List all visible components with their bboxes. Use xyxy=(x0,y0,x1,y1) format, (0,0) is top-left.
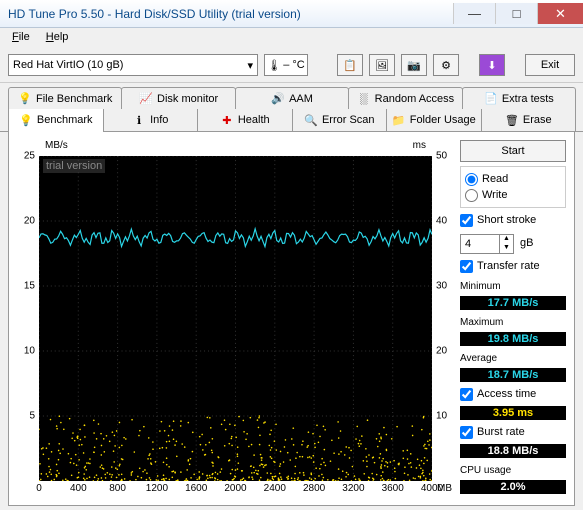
side-panel: Start Read Write Short stroke ▲▼ gB Tran… xyxy=(460,140,566,497)
health-icon: ✚ xyxy=(220,113,234,127)
thermometer-icon: 🌡 xyxy=(267,59,281,72)
access-time-value: 3.95 ms xyxy=(460,406,566,420)
bulb-icon: 💡 xyxy=(18,92,32,106)
toolbar: Red Hat VirtIO (10 gB) ▾ 🌡 – °C 📋 🖼 📷 ⚙ … xyxy=(0,48,583,83)
maximum-value: 19.8 MB/s xyxy=(460,332,566,346)
tabs-row-top: 💡File Benchmark 📈Disk monitor 🔊AAM ░Rand… xyxy=(0,87,583,109)
cpu-usage-value: 2.0% xyxy=(460,480,566,494)
info-icon: ℹ xyxy=(132,113,146,127)
minimize-button[interactable]: — xyxy=(453,3,495,24)
close-button[interactable]: ✕ xyxy=(537,3,583,24)
menubar: File Help xyxy=(0,28,583,48)
tab-error-scan[interactable]: 🔍Error Scan xyxy=(292,109,388,131)
camera-button[interactable]: 📷 xyxy=(401,54,427,76)
write-radio[interactable]: Write xyxy=(465,187,561,203)
start-button[interactable]: Start xyxy=(460,140,566,162)
spin-up[interactable]: ▲ xyxy=(500,235,513,244)
access-time-check[interactable]: Access time xyxy=(460,386,566,402)
chart-icon: 📈 xyxy=(139,92,153,106)
copy-icon: 📋 xyxy=(343,59,357,72)
camera-icon: 📷 xyxy=(407,59,421,72)
read-radio[interactable]: Read xyxy=(465,171,561,187)
window-title: HD Tune Pro 5.50 - Hard Disk/SSD Utility… xyxy=(8,7,453,21)
list-icon: 📄 xyxy=(484,92,498,106)
chevron-down-icon: ▾ xyxy=(247,59,253,72)
y-axis-right: 1020304050 xyxy=(434,156,454,481)
tab-health[interactable]: ✚Health xyxy=(197,109,293,131)
average-label: Average xyxy=(460,353,566,364)
average-value: 18.7 MB/s xyxy=(460,368,566,382)
chart-area: MB/s ms trial version 510152025 10203040… xyxy=(17,140,454,497)
short-stroke-spinner[interactable]: ▲▼ xyxy=(460,234,514,254)
tab-info[interactable]: ℹInfo xyxy=(103,109,199,131)
spin-down[interactable]: ▼ xyxy=(500,244,513,253)
y-left-unit: MB/s xyxy=(45,140,68,151)
tabs-row-bottom: 💡Benchmark ℹInfo ✚Health 🔍Error Scan 📁Fo… xyxy=(0,109,583,132)
watermark: trial version xyxy=(43,159,105,173)
cpu-usage-label: CPU usage xyxy=(460,465,566,476)
gear-icon: ⚙ xyxy=(441,59,451,72)
screenshot-button[interactable]: 🖼 xyxy=(369,54,395,76)
maximum-label: Maximum xyxy=(460,317,566,328)
folder-icon: 📁 xyxy=(392,113,406,127)
content: MB/s ms trial version 510152025 10203040… xyxy=(8,132,575,506)
exit-button[interactable]: Exit xyxy=(525,54,575,76)
burst-rate-value: 18.8 MB/s xyxy=(460,444,566,458)
gb-label: gB xyxy=(520,237,533,249)
bulb-icon: 💡 xyxy=(19,113,33,127)
tab-file-benchmark[interactable]: 💡File Benchmark xyxy=(8,87,122,109)
speaker-icon: 🔊 xyxy=(271,92,285,106)
x-axis: 040080012001600200024002800320036004000M… xyxy=(39,483,432,497)
random-icon: ░ xyxy=(357,92,371,106)
benchmark-chart xyxy=(39,156,432,481)
y-axis-left: 510152025 xyxy=(17,156,37,481)
save-icon: ⬇ xyxy=(487,59,496,72)
menu-file[interactable]: File xyxy=(6,30,36,46)
tab-folder-usage[interactable]: 📁Folder Usage xyxy=(386,109,482,131)
copy-info-button[interactable]: 📋 xyxy=(337,54,363,76)
image-icon: 🖼 xyxy=(375,59,389,72)
magnify-icon: 🔍 xyxy=(304,113,318,127)
maximize-button[interactable]: □ xyxy=(495,3,537,24)
tab-random-access[interactable]: ░Random Access xyxy=(348,87,462,109)
temperature-display: 🌡 – °C xyxy=(264,54,308,76)
tab-erase[interactable]: 🗑Erase xyxy=(481,109,577,131)
transfer-rate-check[interactable]: Transfer rate xyxy=(460,258,566,274)
tab-aam[interactable]: 🔊AAM xyxy=(235,87,349,109)
device-select[interactable]: Red Hat VirtIO (10 gB) ▾ xyxy=(8,54,258,76)
minimum-label: Minimum xyxy=(460,281,566,292)
minimum-value: 17.7 MB/s xyxy=(460,296,566,310)
burst-rate-check[interactable]: Burst rate xyxy=(460,424,566,440)
menu-help[interactable]: Help xyxy=(40,30,75,46)
settings-button[interactable]: ⚙ xyxy=(433,54,459,76)
short-stroke-input[interactable] xyxy=(461,235,499,253)
tab-extra-tests[interactable]: 📄Extra tests xyxy=(462,87,576,109)
save-button[interactable]: ⬇ xyxy=(479,54,505,76)
short-stroke-check[interactable]: Short stroke xyxy=(460,212,566,228)
y-right-unit: ms xyxy=(413,140,426,151)
mode-panel: Read Write xyxy=(460,166,566,208)
trash-icon: 🗑 xyxy=(505,113,519,127)
device-select-label: Red Hat VirtIO (10 gB) xyxy=(13,59,123,71)
titlebar: HD Tune Pro 5.50 - Hard Disk/SSD Utility… xyxy=(0,0,583,28)
tab-benchmark[interactable]: 💡Benchmark xyxy=(8,109,104,131)
tab-disk-monitor[interactable]: 📈Disk monitor xyxy=(121,87,235,109)
